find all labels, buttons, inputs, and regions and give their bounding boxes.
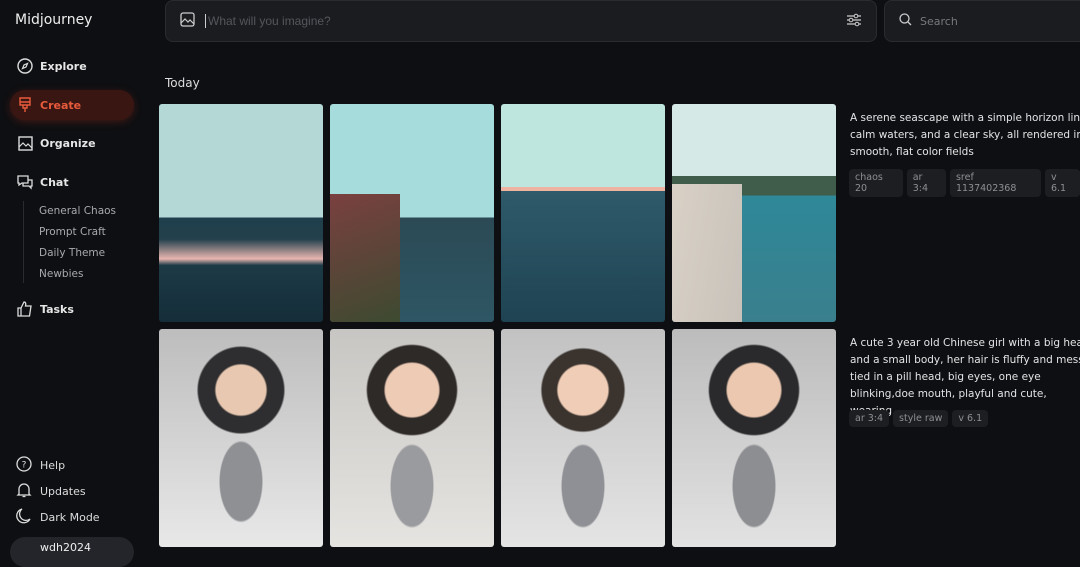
channel-daily-theme[interactable]: Daily Theme xyxy=(39,247,105,259)
user-menu[interactable]: wdh2024 xyxy=(10,537,134,567)
moon-icon xyxy=(16,508,34,527)
settings-sliders-icon[interactable] xyxy=(846,12,862,31)
nav-create[interactable]: Create xyxy=(10,90,134,120)
nav-label: Explore xyxy=(40,59,87,73)
search-icon xyxy=(899,13,912,29)
channel-general-chaos[interactable]: General Chaos xyxy=(39,205,116,217)
sidebar: Midjourney Explore Create Organize Chat … xyxy=(0,0,150,567)
bell-icon xyxy=(16,482,34,501)
tag[interactable]: style raw xyxy=(893,410,949,427)
image-upload-icon[interactable] xyxy=(180,11,195,31)
nav-chat[interactable]: Chat xyxy=(10,167,134,197)
updates-label: Updates xyxy=(40,485,86,498)
search-placeholder: Search xyxy=(920,14,958,28)
nav-label: Create xyxy=(40,98,82,112)
thumbs-up-icon xyxy=(16,300,34,318)
dark-mode-label: Dark Mode xyxy=(40,511,100,524)
search-box[interactable]: Search xyxy=(884,0,1080,42)
tag[interactable]: ar 3:4 xyxy=(849,410,890,427)
logo[interactable]: Midjourney xyxy=(15,12,92,28)
help-label: Help xyxy=(40,459,66,472)
tag[interactable]: sref 1137402368 xyxy=(949,169,1041,197)
nav-organize[interactable]: Organize xyxy=(10,128,134,158)
chat-icon xyxy=(16,173,34,191)
tag[interactable]: chaos 20 xyxy=(849,169,903,197)
job-prompt[interactable]: A serene seascape with a simple horizon … xyxy=(850,110,1080,161)
compass-icon xyxy=(16,57,34,75)
nav-tasks[interactable]: Tasks xyxy=(10,294,134,324)
help-link[interactable]: ? Help xyxy=(16,456,65,475)
help-icon: ? xyxy=(16,456,34,475)
section-heading: Today xyxy=(165,76,200,90)
nav-label: Organize xyxy=(40,136,96,150)
nav-explore[interactable]: Explore xyxy=(10,51,134,81)
character-image-1[interactable] xyxy=(159,329,323,547)
divider xyxy=(23,201,24,283)
seascape-image-4[interactable] xyxy=(672,104,836,322)
seascape-image-2[interactable] xyxy=(330,104,494,322)
nav-label: Tasks xyxy=(40,302,74,316)
job-prompt[interactable]: A cute 3 year old Chinese girl with a bi… xyxy=(850,335,1080,420)
character-image-3[interactable] xyxy=(501,329,665,547)
tag[interactable]: v 6.1 xyxy=(952,410,989,427)
tag[interactable]: v 6.1 xyxy=(1044,169,1080,197)
svg-text:?: ? xyxy=(22,461,27,471)
job-tags: ar 3:4 style raw v 6.1 xyxy=(849,410,989,427)
channel-newbies[interactable]: Newbies xyxy=(39,268,83,280)
nav-label: Chat xyxy=(40,175,69,189)
image-icon xyxy=(16,134,34,152)
channel-prompt-craft[interactable]: Prompt Craft xyxy=(39,226,106,238)
brush-icon xyxy=(16,96,34,114)
character-image-4[interactable] xyxy=(672,329,836,547)
character-image-2[interactable] xyxy=(330,329,494,547)
prompt-input[interactable] xyxy=(205,14,846,28)
updates-link[interactable]: Updates xyxy=(16,482,86,501)
dark-mode-toggle[interactable]: Dark Mode xyxy=(16,508,100,527)
seascape-image-1[interactable] xyxy=(159,104,323,322)
tag[interactable]: ar 3:4 xyxy=(906,169,946,197)
user-name: wdh2024 xyxy=(40,541,91,554)
seascape-image-3[interactable] xyxy=(501,104,665,322)
job-tags: chaos 20 ar 3:4 sref 1137402368 v 6.1 xyxy=(849,169,1080,197)
prompt-bar xyxy=(165,0,877,42)
